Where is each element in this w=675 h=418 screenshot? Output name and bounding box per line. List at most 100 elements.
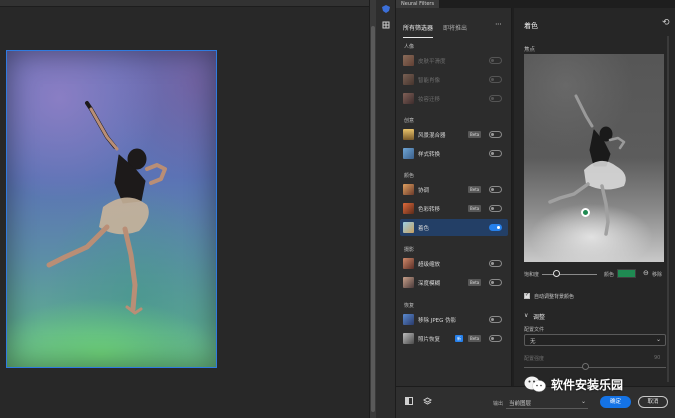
makeup-transfer-thumbnail-icon xyxy=(403,93,414,104)
beta-badge: Beta xyxy=(468,186,482,193)
output-value: 当前图层 xyxy=(509,401,532,407)
saturation-row: 饱和度 颜色 ⊖ 移除 xyxy=(524,268,669,280)
profile-select[interactable]: 无 ⌄ xyxy=(524,334,666,346)
filter-toggle[interactable] xyxy=(489,131,502,138)
tab-waitlist[interactable]: 即将推出 xyxy=(443,23,467,32)
more-options-icon[interactable]: ··· xyxy=(495,20,502,29)
harmonization-thumbnail-icon xyxy=(403,184,414,195)
filter-row-color-transfer[interactable]: 色彩转移 Beta xyxy=(400,200,508,217)
filter-label: 色彩转移 xyxy=(418,207,441,213)
auto-color-label: 自动调整背景颜色 xyxy=(534,294,575,300)
filter-toggle[interactable] xyxy=(489,76,502,83)
depth-blur-thumbnail-icon xyxy=(403,277,414,288)
new-badge: 新 xyxy=(455,335,463,342)
remove-icon[interactable]: ⊖ xyxy=(643,269,649,277)
filter-row-colorize[interactable]: 着色 xyxy=(400,219,508,236)
filter-row-photo-restoration[interactable]: 照片恢复 新 Beta xyxy=(400,330,508,347)
filter-row-style-transfer[interactable]: 样式转换 xyxy=(400,145,508,162)
auto-color-checkbox[interactable] xyxy=(524,292,530,299)
reset-icon[interactable]: ⟲ xyxy=(662,18,670,28)
cancel-button[interactable]: 取消 xyxy=(638,396,668,408)
filter-toggle[interactable] xyxy=(489,150,502,157)
settings-scrollbar[interactable] xyxy=(667,36,669,382)
saturation-slider-track[interactable] xyxy=(542,274,597,275)
filter-label: 协调 xyxy=(418,188,430,194)
chevron-down-icon[interactable]: ∨ xyxy=(524,312,528,319)
filter-row-smart-portrait[interactable]: 智能肖像 xyxy=(400,71,508,88)
saturation-slider-thumb[interactable] xyxy=(553,270,560,277)
beta-badge: Beta xyxy=(468,279,482,286)
chevron-down-icon: ⌄ xyxy=(580,398,586,405)
category-creative: 创意 xyxy=(404,118,415,124)
filter-toggle[interactable] xyxy=(489,316,502,323)
strength-slider-track[interactable] xyxy=(524,367,666,368)
remove-label[interactable]: 移除 xyxy=(652,271,662,278)
layers-icon[interactable] xyxy=(381,20,391,30)
panel-titlebar: Neural Filters xyxy=(396,0,675,8)
filter-label: 深度模糊 xyxy=(418,281,441,287)
filter-toggle[interactable] xyxy=(489,57,502,64)
shield-icon[interactable] xyxy=(381,4,391,14)
filter-row-jpeg-artifacts[interactable]: 移除 JPEG 伪影 xyxy=(400,311,508,328)
filter-row-skin-smoothing[interactable]: 皮肤平滑度 xyxy=(400,52,508,69)
filter-label: 移除 JPEG 伪影 xyxy=(418,318,457,324)
color-swatch[interactable] xyxy=(617,269,636,278)
style-transfer-thumbnail-icon xyxy=(403,148,414,159)
active-tab-indicator xyxy=(403,37,433,38)
filter-tabs: 所有筛选器 即将推出 ··· xyxy=(396,18,512,38)
before-after-icon[interactable] xyxy=(405,397,413,407)
filter-label: 照片恢复 xyxy=(418,337,441,343)
filter-toggle[interactable] xyxy=(489,335,502,342)
colorize-thumbnail-icon xyxy=(403,222,414,233)
color-transfer-thumbnail-icon xyxy=(403,203,414,214)
filters-list: 所有筛选器 即将推出 ··· 人像 皮肤平滑度 智能肖像 妆容迁移 创意 风景混… xyxy=(396,8,512,386)
filter-row-super-zoom[interactable]: 超级缩放 xyxy=(400,255,508,272)
category-restoration: 恢复 xyxy=(404,303,415,309)
tab-all-filters[interactable]: 所有筛选器 xyxy=(403,23,433,32)
photo-vignette xyxy=(7,51,216,367)
profile-label: 配置文件 xyxy=(524,327,545,333)
focus-preview[interactable] xyxy=(524,54,664,262)
filter-row-landscape-mixer[interactable]: 风景混合器 Beta xyxy=(400,126,508,143)
skin-smoothing-thumbnail-icon xyxy=(403,55,414,66)
profile-value: 无 xyxy=(530,339,536,345)
filter-label: 样式转换 xyxy=(418,152,441,158)
wechat-icon xyxy=(524,376,546,392)
side-toolbar xyxy=(376,0,396,418)
output-label: 输出 xyxy=(493,401,504,407)
filter-row-makeup-transfer[interactable]: 妆容迁移 xyxy=(400,90,508,107)
beta-badge: Beta xyxy=(468,131,482,138)
category-photography: 摄影 xyxy=(404,247,415,253)
strength-value: 90 xyxy=(654,355,661,361)
canvas-top-ruler xyxy=(0,0,369,7)
filter-toggle[interactable] xyxy=(489,224,502,231)
settings-title: 着色 xyxy=(524,22,538,30)
focus-label: 焦点 xyxy=(524,47,536,53)
output-select[interactable]: 当前图层 ⌄ xyxy=(506,395,588,409)
filter-settings: 着色 ⟲ 焦点 饱和度 颜色 ⊖ 移除 ✓ 自动调整背景颜色 ∨ 调整 配置文件… xyxy=(514,8,675,386)
focus-point-marker[interactable] xyxy=(581,208,590,217)
filter-label: 风景混合器 xyxy=(418,133,446,139)
canvas-vertical-scrollbar[interactable] xyxy=(369,0,376,418)
filter-toggle[interactable] xyxy=(489,95,502,102)
beta-badge: Beta xyxy=(468,205,482,212)
chevron-down-icon: ⌄ xyxy=(655,336,661,343)
layers-stack-icon[interactable] xyxy=(422,397,433,408)
ok-button[interactable]: 确定 xyxy=(600,396,631,408)
filter-toggle[interactable] xyxy=(489,279,502,286)
filter-row-depth-blur[interactable]: 深度模糊 Beta xyxy=(400,274,508,291)
strength-slider-thumb[interactable] xyxy=(582,363,589,370)
color-label: 颜色 xyxy=(604,272,615,278)
filter-toggle[interactable] xyxy=(489,205,502,212)
filter-toggle[interactable] xyxy=(489,186,502,193)
photo-restoration-thumbnail-icon xyxy=(403,333,414,344)
filter-row-harmonization[interactable]: 协调 Beta xyxy=(400,181,508,198)
canvas-scroll-thumb[interactable] xyxy=(371,26,375,412)
saturation-label: 饱和度 xyxy=(524,272,540,278)
adjustments-title[interactable]: 调整 xyxy=(533,312,545,321)
photo-layer[interactable] xyxy=(6,50,217,368)
landscape-mixer-thumbnail-icon xyxy=(403,129,414,140)
document-canvas[interactable] xyxy=(0,0,369,418)
filter-toggle[interactable] xyxy=(489,260,502,267)
panel-title[interactable]: Neural Filters xyxy=(396,0,440,8)
